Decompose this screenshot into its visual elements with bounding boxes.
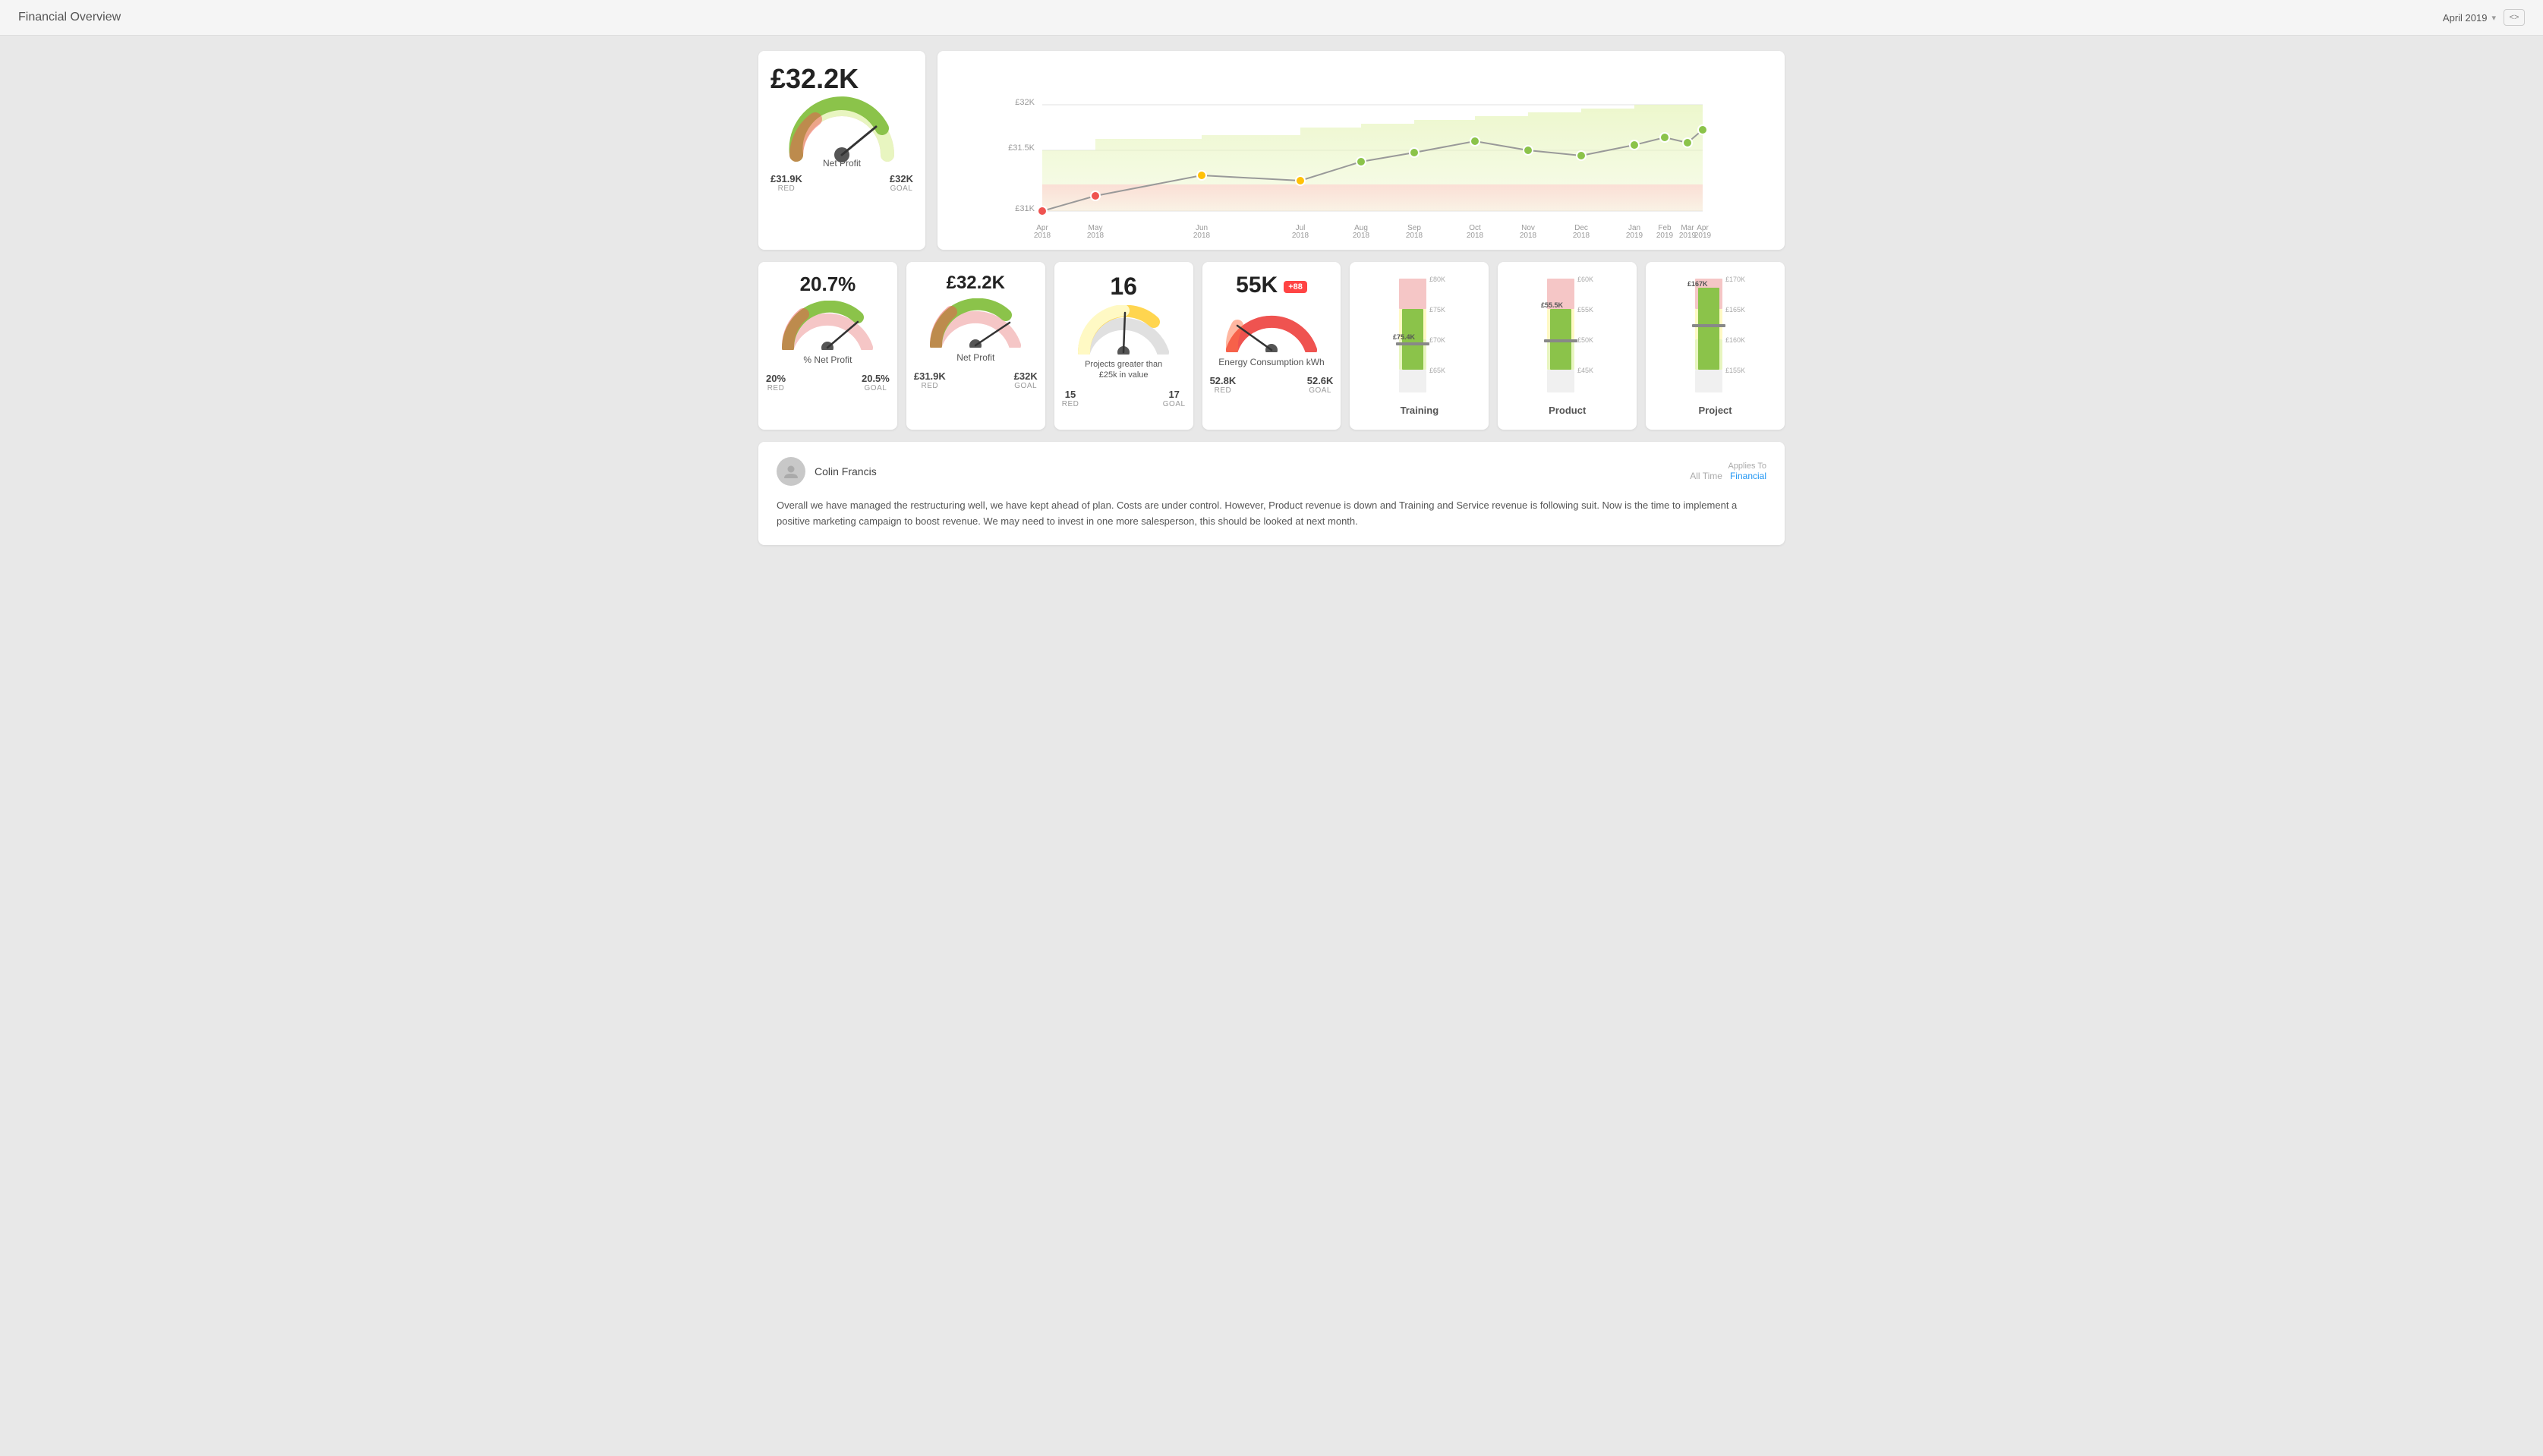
svg-text:£60K: £60K [1577,276,1593,283]
projects-footer: 15 RED 17 GOAL [1062,389,1186,408]
trend-chart: £32K £31.5K £31K [950,63,1773,238]
project-bullet-svg: £170K £165K £160K £155K £167K [1681,273,1750,402]
chevron-down-icon: ▾ [2491,13,2496,23]
app-header: Financial Overview April 2019 ▾ <> [0,0,2543,36]
goal-value: £32K [890,173,913,184]
net-profit-card: £32.2K Net Profit [758,51,925,250]
main-content: £32.2K Net Profit [740,36,1803,560]
red-value-item: £31.9K RED [770,173,802,193]
svg-text:£75.4K: £75.4K [1393,333,1416,341]
energy-value: 55K [1236,273,1278,298]
gauge-svg [789,98,895,159]
svg-text:£155K: £155K [1725,367,1745,374]
training-card: £80K £75K £70K £65K £75.4K T [1350,262,1489,430]
avatar [777,457,805,486]
net-profit-2-value: £32.2K [947,273,1005,294]
date-label: April 2019 [2443,12,2488,24]
net-profit-value: £32.2K [770,63,913,95]
net-profit-footer: £31.9K RED £32K GOAL [770,173,913,193]
date-selector[interactable]: April 2019 ▾ [2443,12,2496,24]
svg-text:2018: 2018 [1467,232,1484,238]
pct-net-profit-label: % Net Profit [803,355,852,365]
comment-text: Overall we have managed the restructurin… [777,498,1766,530]
comment-header: Colin Francis Applies To All Time Financ… [777,457,1766,486]
projects-label: Projects greater than£25k in value [1085,359,1162,381]
time-label: All Time [1690,471,1722,481]
energy-card: 55K +88 Energy Consumption kWh 52.8K RED [1202,262,1341,430]
svg-text:2019: 2019 [1626,232,1643,238]
red-label: RED [770,184,802,193]
svg-text:£31K: £31K [1015,204,1035,213]
net-profit-2-card: £32.2K Net Profit £31.9K RED £32K [906,262,1045,430]
pct-net-profit-value: 20.7% [800,273,856,296]
comment-section: Colin Francis Applies To All Time Financ… [758,442,1785,545]
product-card: £60K £55K £50K £45K £55.5K Product [1498,262,1637,430]
page-title: Financial Overview [18,11,121,24]
top-row: £32.2K Net Profit [758,51,1785,250]
comment-user: Colin Francis [777,457,877,486]
pct-gauge [782,301,873,350]
svg-text:£75K: £75K [1429,306,1445,314]
svg-text:2018: 2018 [1573,232,1590,238]
svg-text:£31.5K: £31.5K [1008,143,1035,153]
energy-footer: 52.8K RED 52.6K GOAL [1210,375,1334,395]
energy-gauge-svg [1226,303,1317,352]
user-icon [783,463,799,480]
net-profit-2-label: Net Profit [956,352,994,363]
projects-gauge-svg [1078,305,1169,355]
svg-text:2018: 2018 [1353,232,1370,238]
svg-text:£80K: £80K [1429,276,1445,283]
category-link[interactable]: Financial [1730,471,1766,481]
projects-gauge [1078,305,1169,355]
svg-text:2019: 2019 [1694,232,1712,238]
project-bullet-label: Project [1699,405,1732,416]
pct-gauge-svg [782,301,873,350]
red-value: £31.9K [770,173,802,184]
svg-text:2018: 2018 [1193,232,1211,238]
project-bullet-card: £170K £165K £160K £155K £167K Project [1646,262,1785,430]
energy-label: Energy Consumption kWh [1218,357,1324,367]
svg-text:2018: 2018 [1034,232,1051,238]
np2-gauge [930,298,1021,348]
svg-text:£70K: £70K [1429,336,1445,344]
comment-meta: Applies To All Time Financial [1690,462,1766,481]
energy-gauge [1226,303,1317,352]
pct-net-profit-card: 20.7% % Net Profit 20% RED 20.5% [758,262,897,430]
goal-label: GOAL [890,184,913,193]
training-bullet-svg: £80K £75K £70K £65K £75.4K [1385,273,1454,402]
projects-value: 16 [1110,273,1137,301]
energy-badge: +88 [1284,281,1307,293]
svg-text:£160K: £160K [1725,336,1745,344]
product-bullet-svg: £60K £55K £50K £45K £55.5K [1533,273,1602,402]
svg-text:£55K: £55K [1577,306,1593,314]
goal-value-item: £32K GOAL [890,173,913,193]
header-controls: April 2019 ▾ <> [2443,9,2525,26]
svg-text:2018: 2018 [1087,232,1104,238]
comment-username: Colin Francis [815,465,877,477]
svg-text:2018: 2018 [1292,232,1309,238]
projects-card: 16 Projects greater than£25k in value 15… [1054,262,1193,430]
training-label: Training [1401,405,1439,416]
svg-text:£45K: £45K [1577,367,1593,374]
trend-chart-card: £32K £31.5K £31K [937,51,1785,250]
bottom-metrics-row: 20.7% % Net Profit 20% RED 20.5% [758,262,1785,430]
pct-footer: 20% RED 20.5% GOAL [766,373,890,392]
product-label: Product [1549,405,1586,416]
np2-footer: £31.9K RED £32K GOAL [914,370,1038,390]
svg-text:2018: 2018 [1520,232,1537,238]
svg-text:£55.5K: £55.5K [1541,301,1564,309]
svg-text:2018: 2018 [1406,232,1423,238]
applies-to-label: Applies To [1690,462,1766,471]
svg-text:2019: 2019 [1656,232,1674,238]
svg-text:£65K: £65K [1429,367,1445,374]
svg-text:£32K: £32K [1015,98,1035,107]
svg-text:£167K: £167K [1687,280,1708,288]
svg-text:£170K: £170K [1725,276,1745,283]
np2-gauge-svg [930,298,1021,348]
svg-text:£50K: £50K [1577,336,1593,344]
net-profit-gauge [789,98,895,155]
svg-text:£165K: £165K [1725,306,1745,314]
code-toggle-button[interactable]: <> [2504,9,2525,26]
